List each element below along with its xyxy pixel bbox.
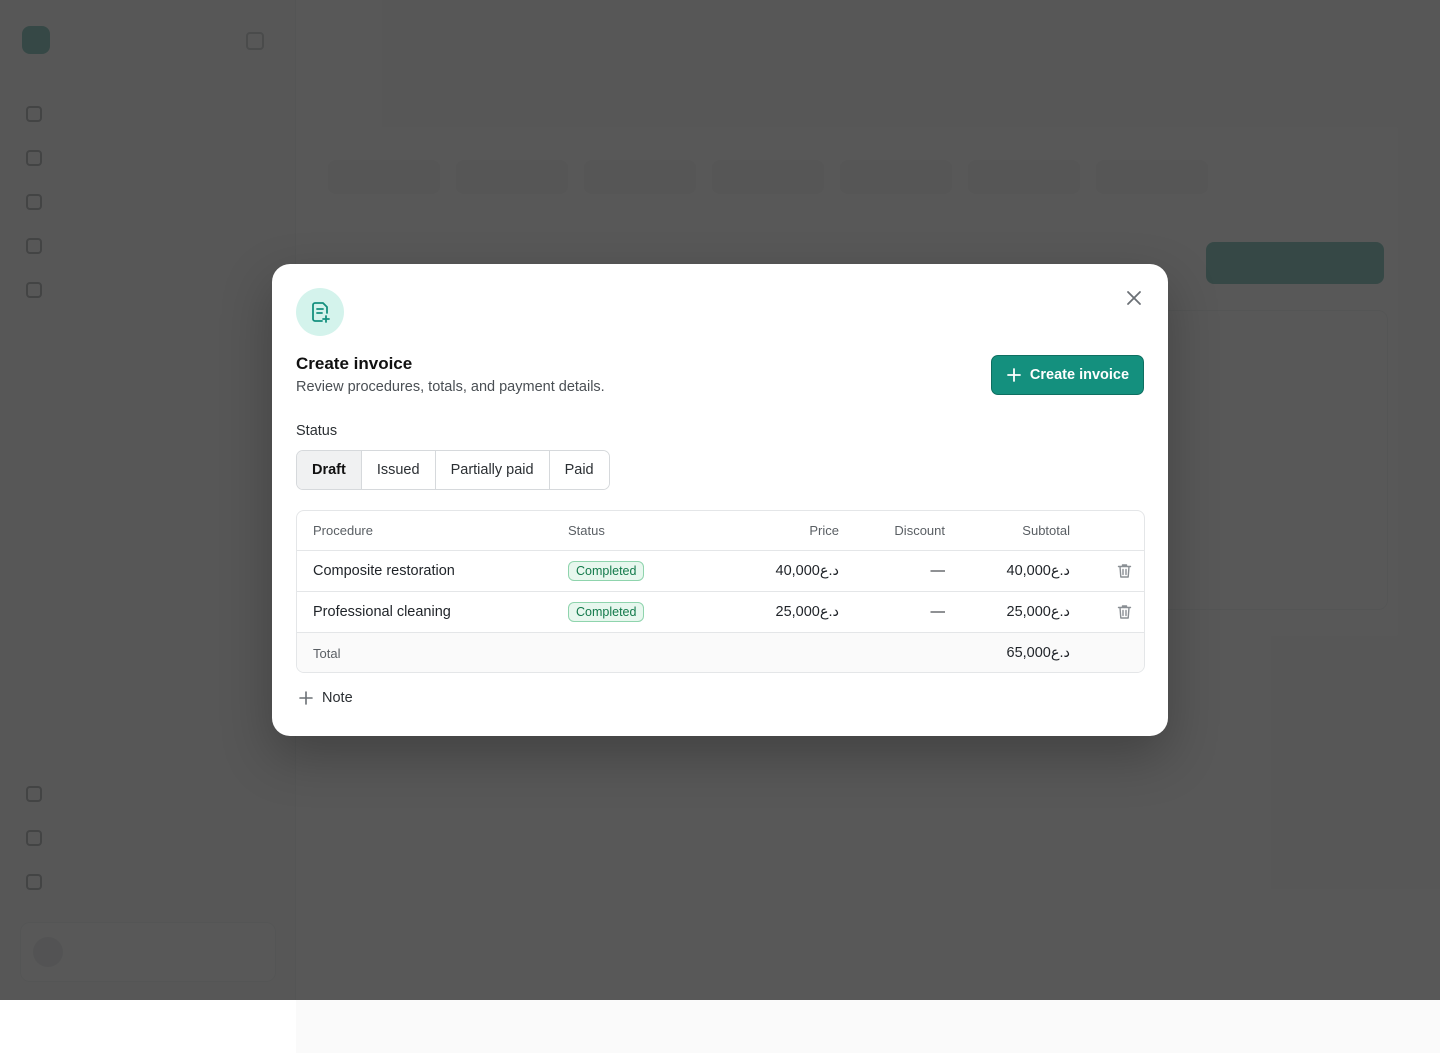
footer-strip: [296, 1000, 1440, 1053]
close-button[interactable]: [1122, 286, 1146, 310]
procedure-status: Completed: [568, 592, 645, 632]
status-option-draft[interactable]: Draft: [297, 451, 362, 489]
footer-strip: [0, 1000, 296, 1053]
status-option-partially-paid[interactable]: Partially paid: [435, 451, 550, 489]
add-note-label: Note: [322, 690, 353, 706]
invoice-add-icon: [296, 288, 344, 336]
procedures-table: Procedure Status Price Discount Subtotal…: [296, 510, 1145, 673]
create-invoice-button-label: Create invoice: [1029, 367, 1130, 383]
table-header-row: Procedure Status Price Discount Subtotal: [297, 511, 1144, 551]
create-invoice-dialog: Create invoice Review procedures, totals…: [272, 264, 1168, 736]
trash-icon: [1117, 605, 1131, 619]
procedure-status: Completed: [568, 551, 645, 591]
table-row: Composite restoration Completed 40,000د.…: [297, 551, 1144, 592]
total-label: Total: [313, 645, 341, 661]
procedure-name: Composite restoration: [313, 563, 455, 579]
procedure-name: Professional cleaning: [313, 604, 451, 620]
table-row: Professional cleaning Completed 25,000د.…: [297, 592, 1144, 633]
procedure-discount: —: [930, 563, 946, 579]
status-label: Status: [296, 423, 338, 439]
trash-icon: [1117, 564, 1131, 578]
dialog-subtitle: Review procedures, totals, and payment d…: [296, 379, 605, 395]
delete-row-button[interactable]: [1114, 551, 1134, 591]
status-option-issued[interactable]: Issued: [361, 451, 436, 489]
procedure-subtotal: 25,000د.ع: [1006, 604, 1071, 620]
column-header-subtotal: Subtotal: [1022, 523, 1070, 538]
column-header-discount: Discount: [894, 523, 945, 538]
status-option-paid[interactable]: Paid: [549, 451, 609, 489]
table-total-row: Total 65,000د.ع: [297, 633, 1144, 672]
column-header-status: Status: [568, 523, 605, 538]
procedure-price: 25,000د.ع: [775, 604, 840, 620]
delete-row-button[interactable]: [1114, 592, 1134, 632]
create-invoice-button[interactable]: Create invoice: [991, 355, 1144, 395]
plus-icon: [299, 691, 313, 705]
plus-icon: [1007, 368, 1021, 382]
status-selector: Draft Issued Partially paid Paid: [296, 450, 610, 490]
procedure-subtotal: 40,000د.ع: [1006, 563, 1071, 579]
add-note-button[interactable]: Note: [298, 690, 353, 706]
column-header-price: Price: [809, 523, 839, 538]
close-icon: [1127, 291, 1141, 305]
procedure-discount: —: [930, 604, 946, 620]
dialog-title: Create invoice: [296, 354, 413, 373]
total-value: 65,000د.ع: [1006, 645, 1071, 661]
procedure-price: 40,000د.ع: [775, 563, 840, 579]
status-badge: Completed: [568, 561, 645, 581]
status-badge: Completed: [568, 602, 645, 622]
column-header-procedure: Procedure: [313, 523, 373, 538]
